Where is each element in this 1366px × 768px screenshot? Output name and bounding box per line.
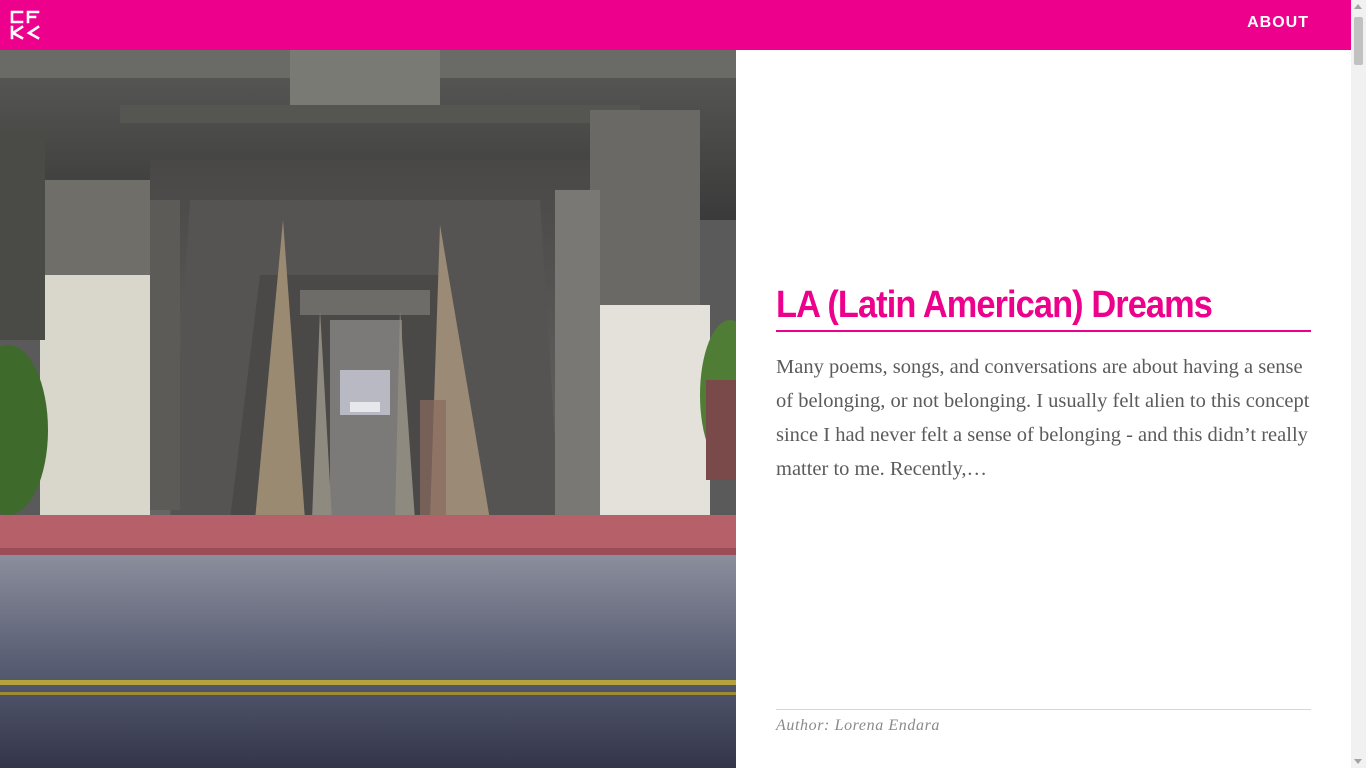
post-title-link[interactable]: LA (Latin American) Dreams	[776, 282, 1213, 328]
overpass-photo	[0, 50, 736, 768]
post-title[interactable]: LA (Latin American) Dreams	[776, 282, 1311, 332]
nav-about-link[interactable]: ABOUT	[1247, 14, 1309, 32]
page-scrollbar[interactable]	[1351, 0, 1366, 768]
post-summary: LA (Latin American) Dreams Many poems, s…	[776, 50, 1311, 768]
feature-image[interactable]	[0, 50, 736, 768]
scrollbar-thumb[interactable]	[1354, 17, 1363, 65]
post-author: Author: Lorena Endara	[776, 717, 941, 734]
scroll-down-arrow-icon[interactable]	[1354, 759, 1362, 764]
site-logo-icon[interactable]	[10, 10, 40, 40]
scroll-up-arrow-icon[interactable]	[1354, 4, 1362, 9]
top-navigation-bar: ABOUT	[0, 0, 1351, 50]
author-divider	[776, 709, 1311, 710]
post-excerpt: Many poems, songs, and conversations are…	[776, 356, 1310, 480]
